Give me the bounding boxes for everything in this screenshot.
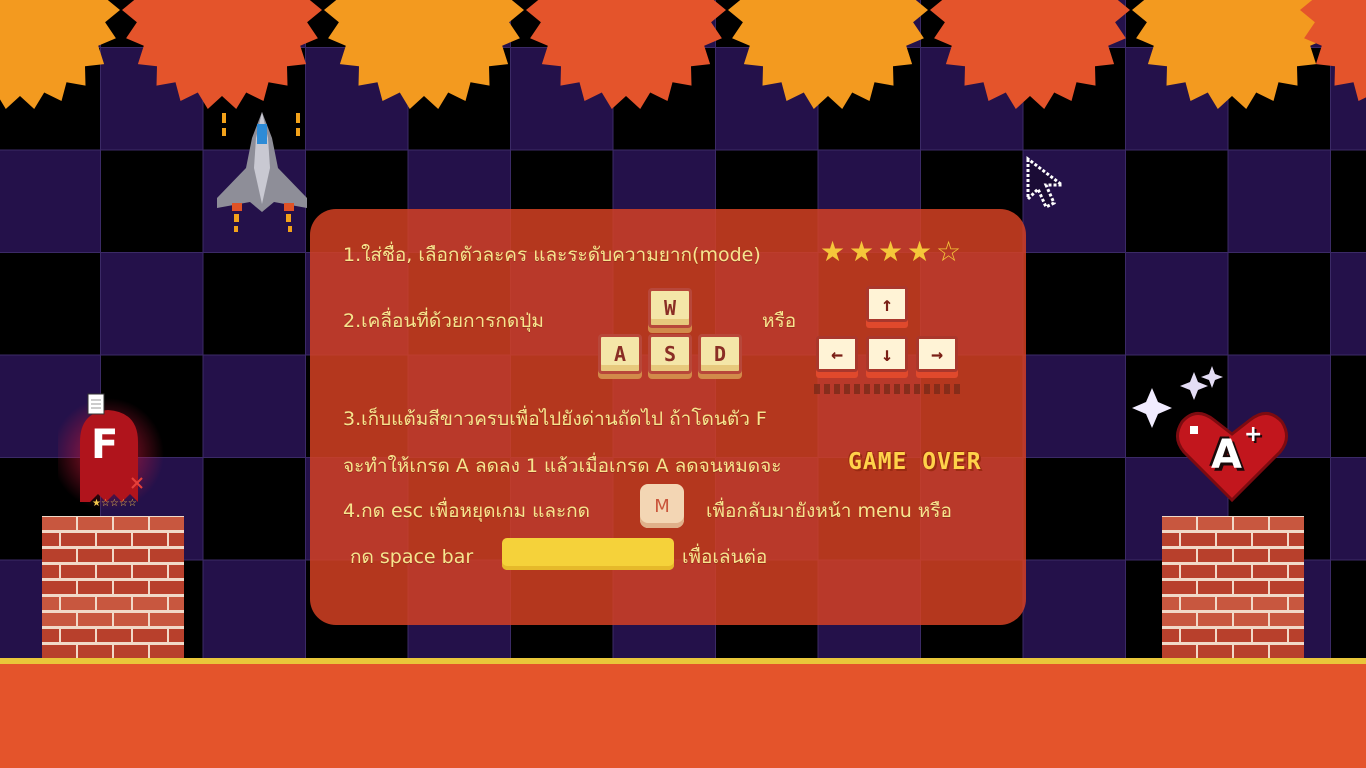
- instruction-line-4: จะทำให้เกรด A ลดลง 1 แล้วเมื่อเกรด A ลดจ…: [343, 455, 782, 477]
- svg-text:★☆☆☆☆: ★☆☆☆☆: [92, 498, 137, 509]
- arrow-right-key: →: [916, 336, 958, 372]
- arrow-keys-base: [814, 384, 960, 394]
- key-d: D: [698, 334, 742, 374]
- instruction-line-6-start: กด space bar: [350, 546, 474, 568]
- space-bar-key: [502, 538, 674, 570]
- player-grade-plus: +: [1244, 422, 1263, 447]
- star-icon-filled: ★: [820, 235, 846, 268]
- key-w: W: [648, 288, 692, 328]
- ground: [0, 658, 1366, 768]
- star-icon-filled: ★: [849, 235, 875, 268]
- key-s: S: [648, 334, 692, 374]
- instruction-line-6-end: เพื่อเล่นต่อ: [682, 546, 768, 568]
- arrow-down-key: ↓: [866, 336, 908, 372]
- arrow-up-key: ↑: [866, 286, 908, 322]
- player-a-plus-heart: A +: [1128, 360, 1298, 505]
- enemy-f-character: ★☆☆☆☆ F: [58, 392, 168, 517]
- left-brick-pillar: [42, 516, 184, 658]
- key-a: A: [598, 334, 642, 374]
- instruction-line-1: 1.ใส่ชื่อ, เลือกตัวละคร และระดับความยาก(…: [343, 244, 761, 266]
- player-grade-label: A: [1211, 432, 1242, 478]
- arrow-left-key: ←: [816, 336, 858, 372]
- instruction-line-3: 3.เก็บแต้มสีขาวครบเพื่อไปยังด่านถัดไป ถ้…: [343, 408, 767, 430]
- sun-decoration-row: [0, 0, 1366, 109]
- instruction-line-2: 2.เคลื่อนที่ด้วยการกดปุ่ม: [343, 310, 544, 332]
- cursor-icon: [1026, 155, 1067, 210]
- game-over-label: GAME OVER: [848, 449, 982, 475]
- spaceship-sprite: [217, 112, 307, 232]
- instruction-line-5-end: เพื่อกลับมายังหน้า menu หรือ: [706, 500, 952, 522]
- star-icon-filled: ★: [907, 235, 933, 268]
- star-icon-empty: ☆: [936, 235, 962, 268]
- or-label: หรือ: [762, 310, 797, 332]
- right-brick-pillar: [1162, 516, 1304, 658]
- instruction-line-5-start: 4.กด esc เพื่อหยุดเกม และกด: [343, 500, 591, 522]
- enemy-grade-label: F: [91, 422, 119, 468]
- difficulty-stars: ★ ★ ★ ★ ☆: [820, 238, 970, 268]
- sparkle-icon: [1132, 388, 1172, 428]
- star-icon-filled: ★: [878, 235, 904, 268]
- menu-key-m: M: [640, 484, 684, 528]
